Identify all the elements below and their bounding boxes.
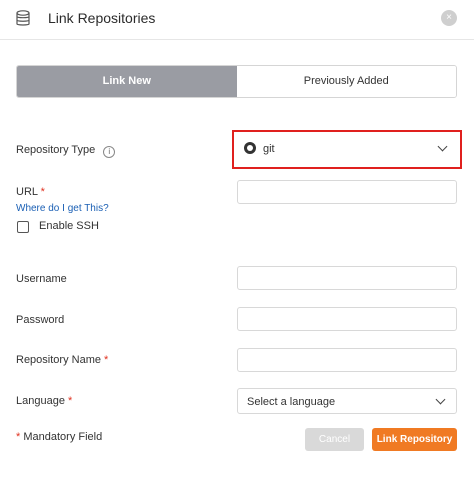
- username-input[interactable]: [237, 266, 457, 290]
- repository-type-label-text: Repository Type: [16, 144, 96, 156]
- url-label-text: URL: [16, 186, 38, 198]
- password-input[interactable]: [237, 307, 457, 331]
- required-marker: *: [16, 431, 21, 443]
- tab-link-new[interactable]: Link New: [17, 66, 237, 97]
- required-marker: *: [68, 395, 73, 407]
- chevron-down-icon: [437, 141, 448, 152]
- cancel-button[interactable]: Cancel: [305, 428, 364, 451]
- language-placeholder: Select a language: [247, 396, 336, 408]
- enable-ssh-label: Enable SSH: [39, 220, 99, 232]
- required-marker: *: [104, 354, 109, 366]
- mandatory-note-text: Mandatory Field: [23, 431, 103, 443]
- help-link[interactable]: Where do I get This?: [16, 203, 109, 214]
- repository-type-label: Repository Type i: [16, 144, 116, 158]
- enable-ssh-checkbox[interactable]: [17, 221, 29, 233]
- mandatory-note: * Mandatory Field: [16, 431, 102, 443]
- language-label-text: Language: [16, 395, 65, 407]
- github-icon: [244, 142, 256, 154]
- password-label: Password: [16, 314, 65, 326]
- repository-name-input[interactable]: [237, 348, 457, 372]
- close-icon[interactable]: ×: [441, 10, 457, 26]
- tab-previously-added[interactable]: Previously Added: [236, 66, 456, 97]
- repository-type-highlight: git: [232, 130, 462, 169]
- repository-type-value: git: [263, 143, 275, 155]
- required-marker: *: [40, 186, 45, 198]
- url-label: URL *: [16, 186, 45, 198]
- language-label: Language *: [16, 395, 72, 407]
- language-select[interactable]: Select a language: [237, 388, 457, 414]
- username-label: Username: [16, 273, 67, 285]
- repository-name-label: Repository Name *: [16, 354, 108, 366]
- database-icon: [16, 10, 30, 26]
- url-input[interactable]: [237, 180, 457, 204]
- chevron-down-icon: [435, 394, 446, 405]
- tab-bar: Link New Previously Added: [16, 65, 457, 98]
- link-repository-button[interactable]: Link Repository: [372, 428, 457, 451]
- dialog-header: Link Repositories ×: [0, 0, 474, 40]
- repository-name-label-text: Repository Name: [16, 354, 101, 366]
- info-icon[interactable]: i: [103, 146, 116, 158]
- repository-type-select[interactable]: git: [236, 136, 458, 162]
- dialog-title: Link Repositories: [48, 10, 156, 26]
